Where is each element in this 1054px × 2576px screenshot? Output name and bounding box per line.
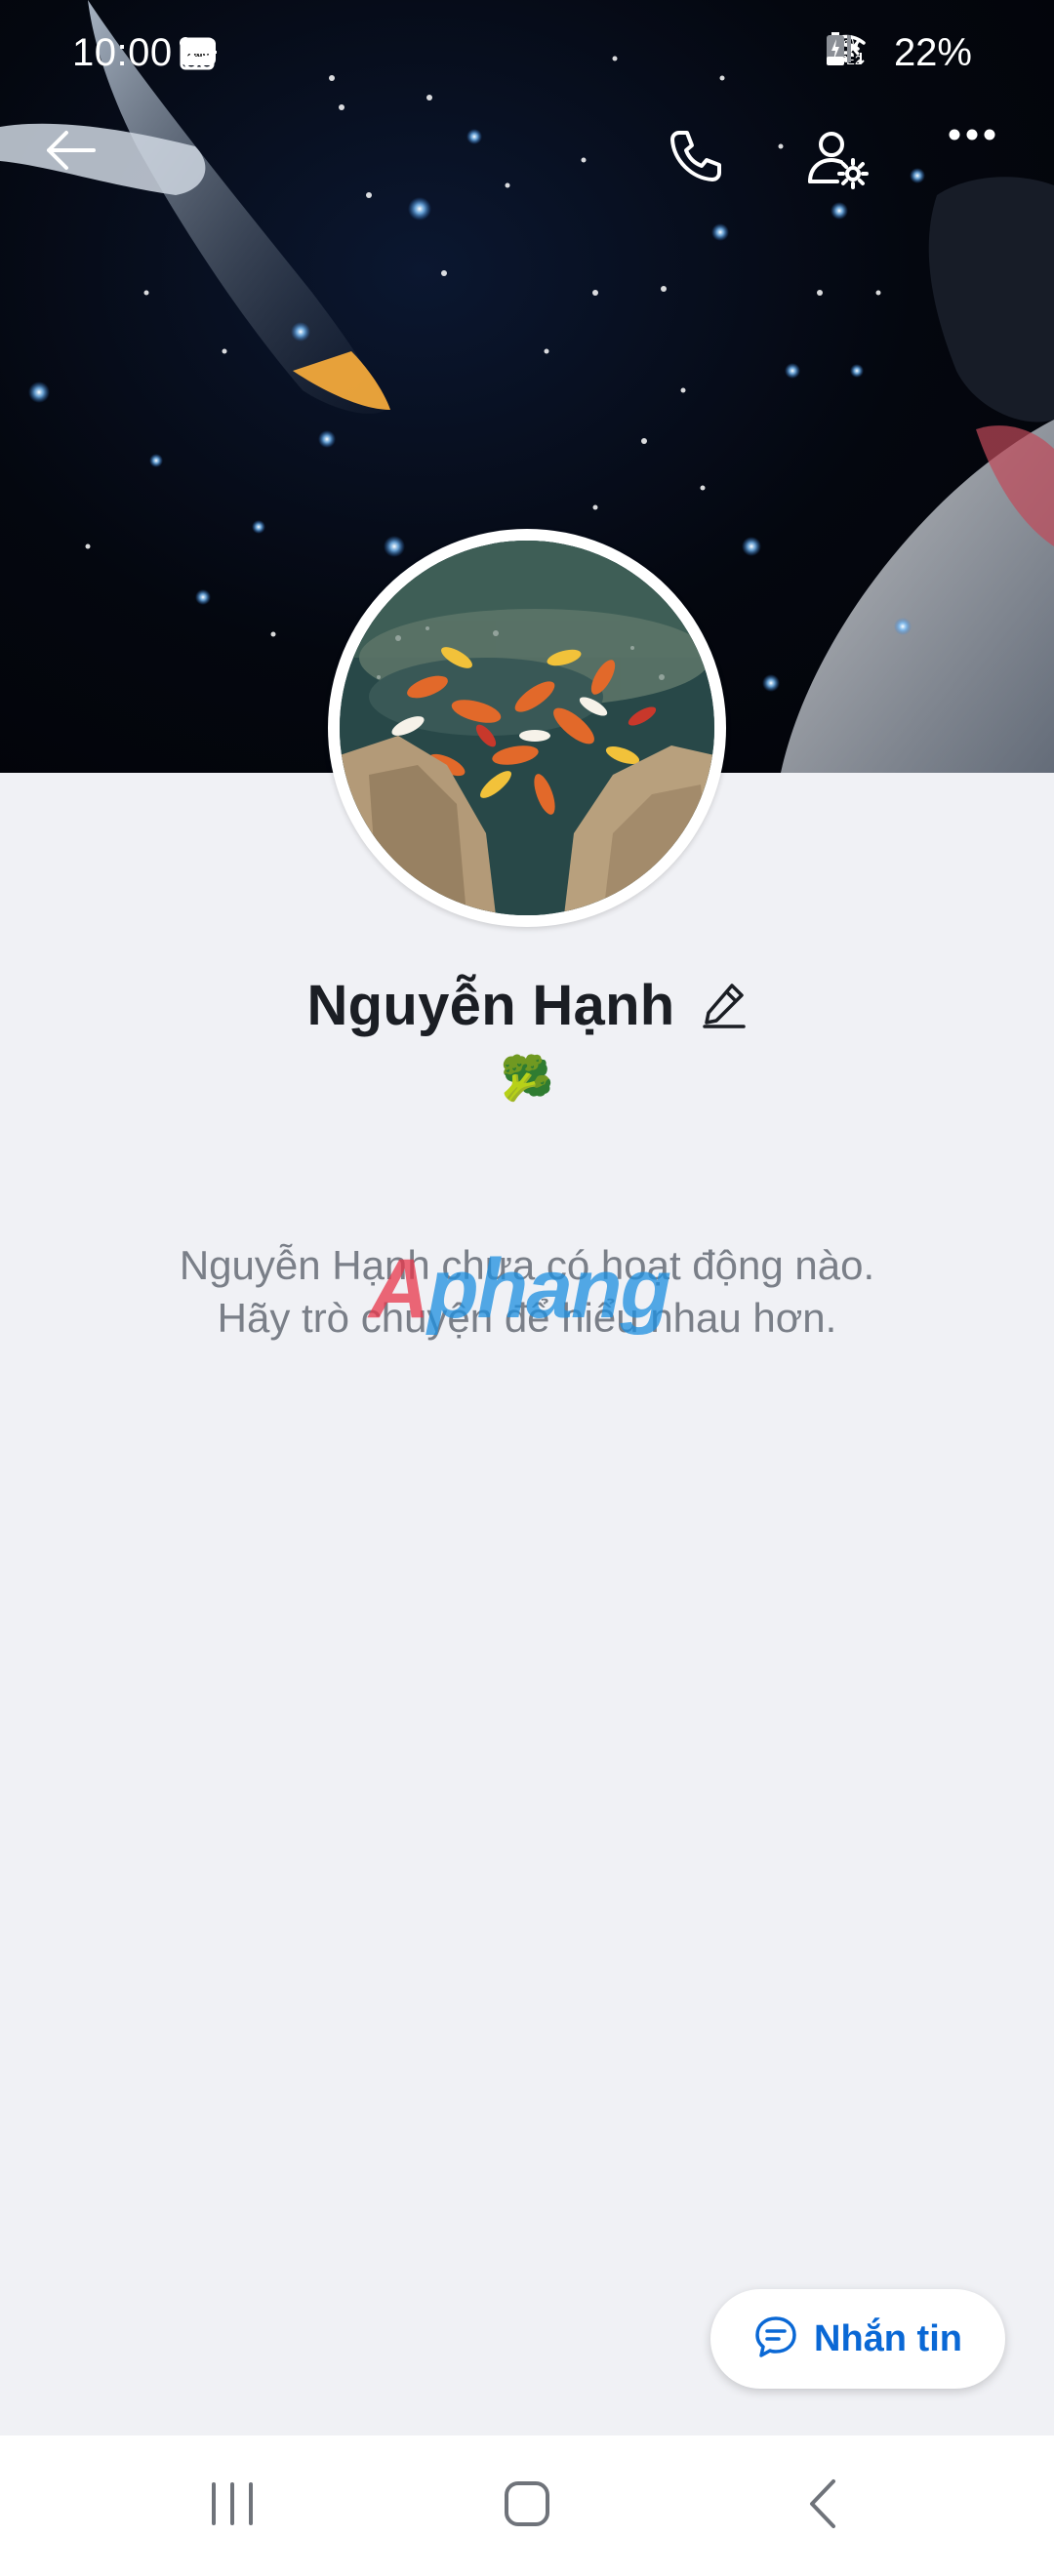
profile-name-row: Nguyễn Hạnh: [0, 966, 1054, 1044]
profile-status-emoji: 🥦: [500, 1055, 554, 1103]
home-button[interactable]: [492, 2471, 562, 2541]
watermark-logo: Aphang: [369, 1241, 671, 1338]
system-status: Vo)) LTE2 22%: [826, 31, 986, 75]
chat-bubble-icon: [753, 2314, 798, 2364]
avatar[interactable]: [328, 529, 726, 927]
system-nav-bar: [0, 2435, 1054, 2576]
watermark-part-2: phang: [427, 1242, 671, 1336]
avatar-image: [340, 541, 714, 915]
profile-name: Nguyễn Hạnh: [306, 973, 675, 1037]
pencil-icon: [702, 982, 746, 1033]
edit-name-button[interactable]: [701, 982, 748, 1033]
back-button[interactable]: [43, 127, 117, 201]
profile-screen: 10:00 Zalo: [0, 0, 1054, 2576]
recent-apps-button[interactable]: [197, 2471, 267, 2541]
more-button[interactable]: [947, 127, 1021, 201]
status-time: 10:00: [72, 31, 173, 74]
home-icon: [503, 2479, 551, 2533]
system-back-button[interactable]: [789, 2471, 859, 2541]
send-message-label: Nhắn tin: [814, 2317, 962, 2359]
call-button[interactable]: [666, 127, 740, 201]
send-message-button[interactable]: Nhắn tin: [710, 2289, 1005, 2389]
watermark-part-1: A: [369, 1242, 429, 1336]
back-icon: [804, 2477, 843, 2535]
profile-settings-button[interactable]: [806, 127, 880, 201]
battery-percentage: 22%: [893, 31, 972, 74]
status-bar: 10:00 Zalo: [0, 0, 1054, 115]
app-bar: [0, 115, 1054, 213]
recent-apps-icon: [208, 2480, 257, 2532]
